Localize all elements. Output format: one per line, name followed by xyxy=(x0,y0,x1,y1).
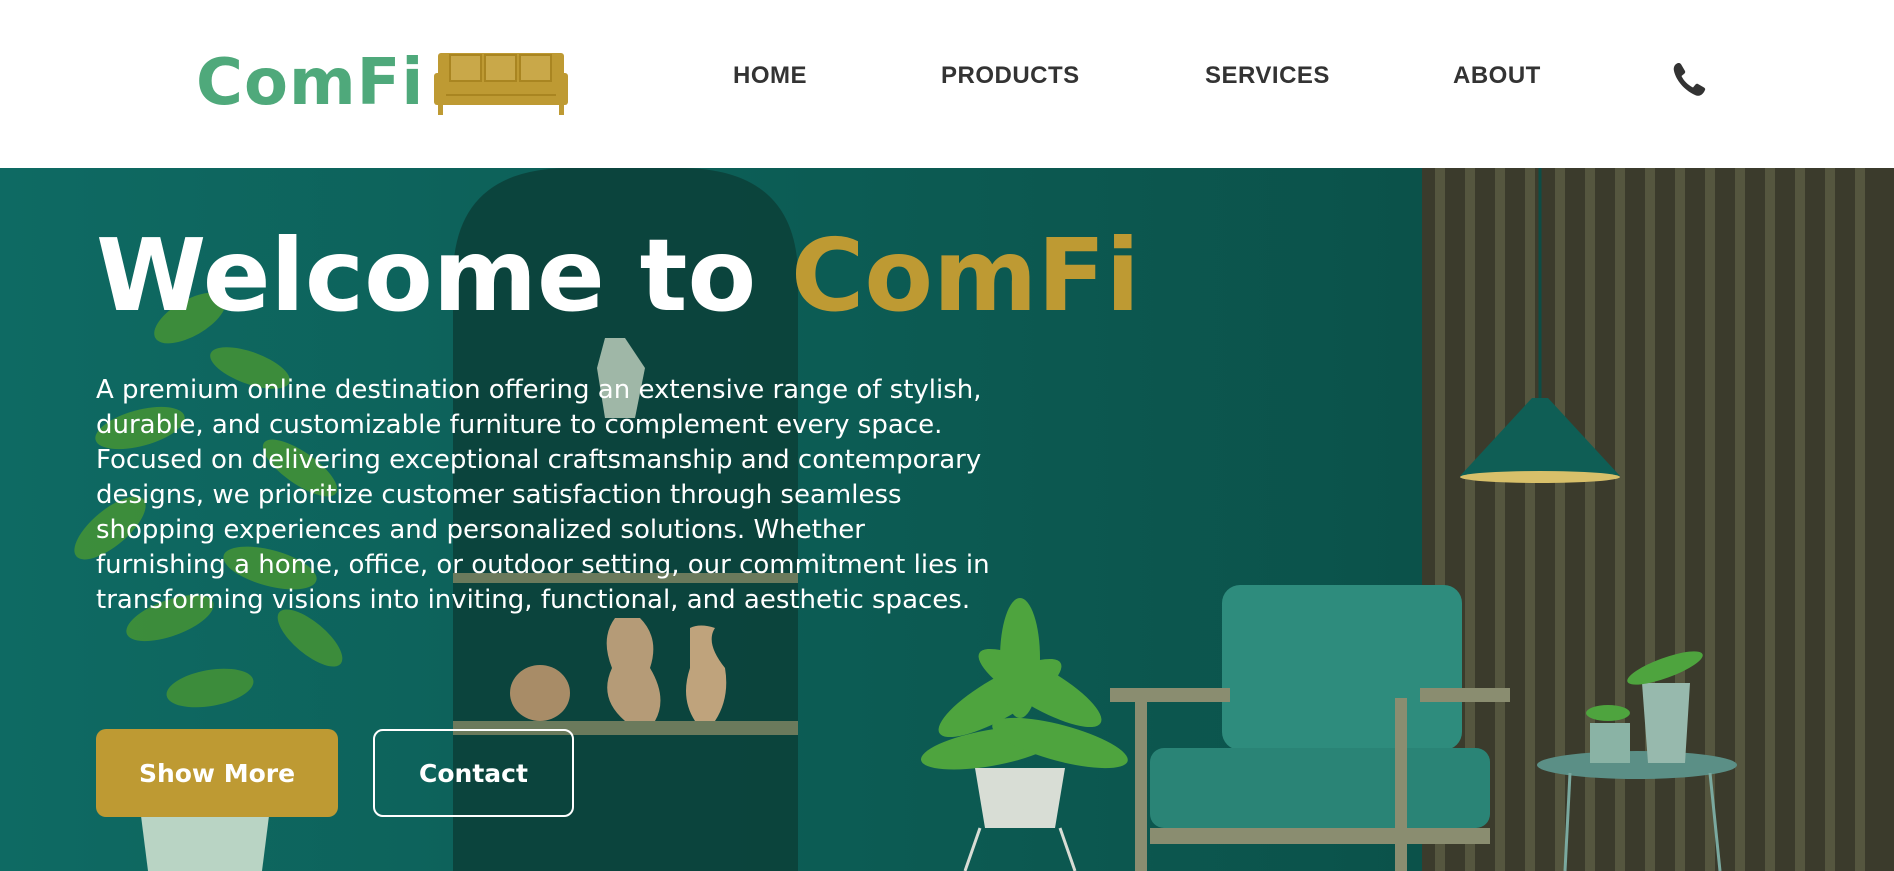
contact-button[interactable]: Contact xyxy=(373,729,574,817)
nav-services[interactable]: SERVICES xyxy=(1205,60,1330,92)
main-nav: HOME PRODUCTS SERVICES ABOUT xyxy=(0,60,1894,100)
hero-section: Welcome to ComFi A premium online destin… xyxy=(0,168,1894,871)
hero-title: Welcome to ComFi xyxy=(96,226,1140,326)
nav-about[interactable]: ABOUT xyxy=(1453,60,1541,92)
nav-home[interactable]: HOME xyxy=(733,60,807,92)
hero-title-prefix: Welcome to xyxy=(96,217,791,334)
nav-products[interactable]: PRODUCTS xyxy=(941,60,1080,92)
site-header: ComFi HOME PRODUCTS SERVICES ABOUT xyxy=(0,0,1894,168)
show-more-button[interactable]: Show More xyxy=(96,729,338,817)
phone-icon[interactable] xyxy=(1669,60,1709,100)
hero-title-brand: ComFi xyxy=(790,217,1140,334)
hero-description: A premium online destination offering an… xyxy=(96,375,990,615)
